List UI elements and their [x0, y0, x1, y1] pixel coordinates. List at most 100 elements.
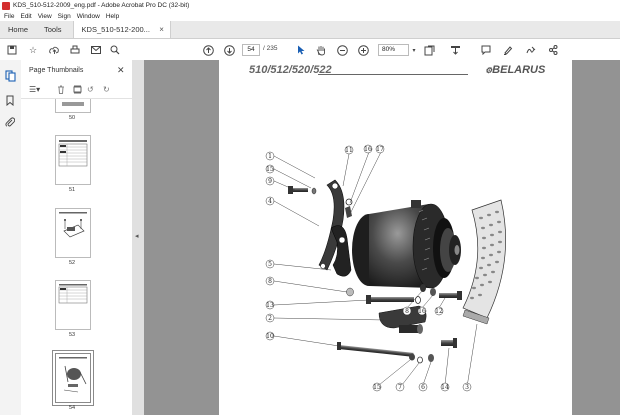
callout-3-label: 3	[465, 384, 469, 391]
pdf-page: 510/512/520/522 ⚙BELARUS 1 15 9 4 5 8 13…	[219, 60, 572, 415]
bolt-13-part	[366, 295, 414, 304]
sign-icon[interactable]	[525, 44, 537, 56]
rotate-clockwise-icon[interactable]: ↻	[103, 85, 110, 94]
callout-2: 2	[265, 313, 275, 323]
window-title: KDS_510-512-2009_eng.pdf - Adobe Acrobat…	[13, 2, 190, 9]
select-cursor-icon[interactable]	[295, 44, 307, 56]
previous-page-icon[interactable]	[202, 44, 214, 56]
alternator-body-part	[352, 200, 461, 289]
callout-3: 3	[462, 382, 472, 392]
thumbnail-page-52[interactable]	[55, 208, 91, 258]
attachments-paperclip-icon[interactable]	[5, 117, 16, 128]
callout-16-label: 16	[364, 146, 372, 153]
scroll-mode-icon[interactable]	[449, 44, 461, 56]
comment-icon[interactable]	[480, 44, 492, 56]
thumbnail-page-50[interactable]	[55, 99, 91, 113]
panel-title: Page Thumbnails	[29, 67, 84, 74]
alternator-exploded-diagram: 1 15 9 4 5 8 13 2 10 11 16 17 8 16 12 3 …	[265, 144, 507, 392]
tab-document[interactable]: KDS_510-512-200... ×	[72, 21, 171, 38]
upload-cloud-icon[interactable]	[48, 44, 60, 56]
left-navigation-rail	[0, 60, 22, 415]
callout-17-label: 17	[376, 146, 384, 153]
hand-tool-icon[interactable]	[315, 44, 327, 56]
callout-9-label: 9	[268, 178, 272, 185]
callout-13: 13	[265, 300, 275, 310]
thumbnail-page-51[interactable]	[55, 135, 91, 185]
callout-14-label: 14	[441, 384, 449, 391]
toolbar: ☆ 54 / 235 80% ▾	[0, 39, 620, 61]
bolt-12-part	[439, 291, 462, 300]
callout-8-right: 8	[402, 306, 412, 316]
menu-window[interactable]: Window	[77, 13, 100, 20]
callout-5: 5	[265, 259, 275, 269]
callout-15-lower: 15	[372, 382, 382, 392]
menu-edit[interactable]: Edit	[20, 13, 31, 20]
email-icon[interactable]	[90, 44, 102, 56]
panel-collapse-handle[interactable]: ◂	[132, 60, 144, 415]
callout-4: 4	[265, 196, 275, 206]
callout-6: 6	[418, 382, 428, 392]
thumbnail-label: 52	[68, 260, 76, 266]
rotate-counterclockwise-icon[interactable]: ↺	[87, 85, 94, 94]
callout-16-lower: 16	[417, 306, 427, 316]
bolt-9-part	[288, 186, 317, 195]
menu-sign[interactable]: Sign	[58, 13, 71, 20]
next-page-icon[interactable]	[223, 44, 235, 56]
page-thumbnails-icon[interactable]	[5, 70, 16, 82]
thumbnail-page-53[interactable]	[55, 280, 91, 330]
lower-fasteners-parts	[409, 353, 434, 364]
close-panel-icon[interactable]: ✕	[117, 65, 125, 76]
thumbnail-label: 51	[68, 187, 76, 193]
bookmarks-icon[interactable]	[5, 95, 16, 107]
menu-file[interactable]: File	[4, 13, 14, 20]
save-icon[interactable]	[6, 44, 18, 56]
page-number-input[interactable]: 54	[242, 44, 260, 56]
menu-help[interactable]: Help	[106, 13, 119, 20]
delete-page-icon[interactable]	[57, 85, 65, 96]
page-total: / 235	[263, 45, 278, 52]
close-tab-icon[interactable]: ×	[159, 25, 164, 34]
tab-tools[interactable]: Tools	[36, 21, 70, 38]
thumbnail-page-54[interactable]	[55, 353, 91, 403]
terminal-screw-part	[345, 198, 353, 218]
document-view: 510/512/520/522 ⚙BELARUS 1 15 9 4 5 8 13…	[144, 60, 620, 415]
callout-16-upper: 16	[363, 144, 373, 154]
long-bolt-10-part	[337, 342, 414, 357]
print-icon[interactable]	[69, 44, 81, 56]
bookmark-star-icon[interactable]: ☆	[27, 44, 39, 56]
highlight-pen-icon[interactable]	[502, 44, 514, 56]
tab-home[interactable]: Home	[0, 21, 36, 38]
callout-7-label: 7	[398, 384, 402, 391]
callout-14: 14	[440, 382, 450, 392]
callout-10: 10	[265, 331, 275, 341]
callout-8-right-label: 8	[405, 308, 409, 315]
callout-12: 12	[434, 306, 444, 316]
tab-bar: Home Tools KDS_510-512-200... ×	[0, 21, 620, 39]
zoom-level-select[interactable]: 80%	[378, 44, 409, 56]
zoom-in-icon[interactable]	[357, 44, 369, 56]
callout-13-label: 13	[266, 302, 274, 309]
zoom-dropdown-chevron-icon[interactable]: ▾	[408, 44, 420, 56]
insert-page-icon[interactable]	[73, 85, 82, 96]
callout-17: 17	[375, 144, 385, 154]
callout-15-lower-label: 15	[373, 384, 381, 391]
panel-options-icon[interactable]: ☰▾	[29, 85, 40, 94]
callout-8-label: 8	[268, 278, 272, 285]
page-thumbnails-panel: Page Thumbnails ✕ ☰▾ ↺ ↻ 50 51 52 53 54	[21, 60, 150, 415]
search-icon[interactable]	[109, 44, 121, 56]
zoom-out-icon[interactable]	[336, 44, 348, 56]
callout-5-label: 5	[268, 261, 272, 268]
callout-6-label: 6	[421, 384, 425, 391]
thumbnail-label: 54	[68, 405, 76, 411]
chevron-left-icon[interactable]: ◂	[135, 232, 139, 240]
callout-7: 7	[395, 382, 405, 392]
callout-15-upper: 15	[265, 164, 275, 174]
share-icon[interactable]	[547, 44, 559, 56]
zoom-level-value: 80%	[382, 46, 396, 53]
panel-toolbar: ☰▾ ↺ ↻	[21, 82, 132, 99]
thumbnail-list: 50 51 52 53 54	[21, 99, 126, 415]
page-fit-icon[interactable]	[423, 44, 435, 56]
perforated-shield-part	[462, 199, 507, 325]
menu-view[interactable]: View	[38, 13, 52, 20]
callout-1-label: 1	[268, 153, 272, 160]
